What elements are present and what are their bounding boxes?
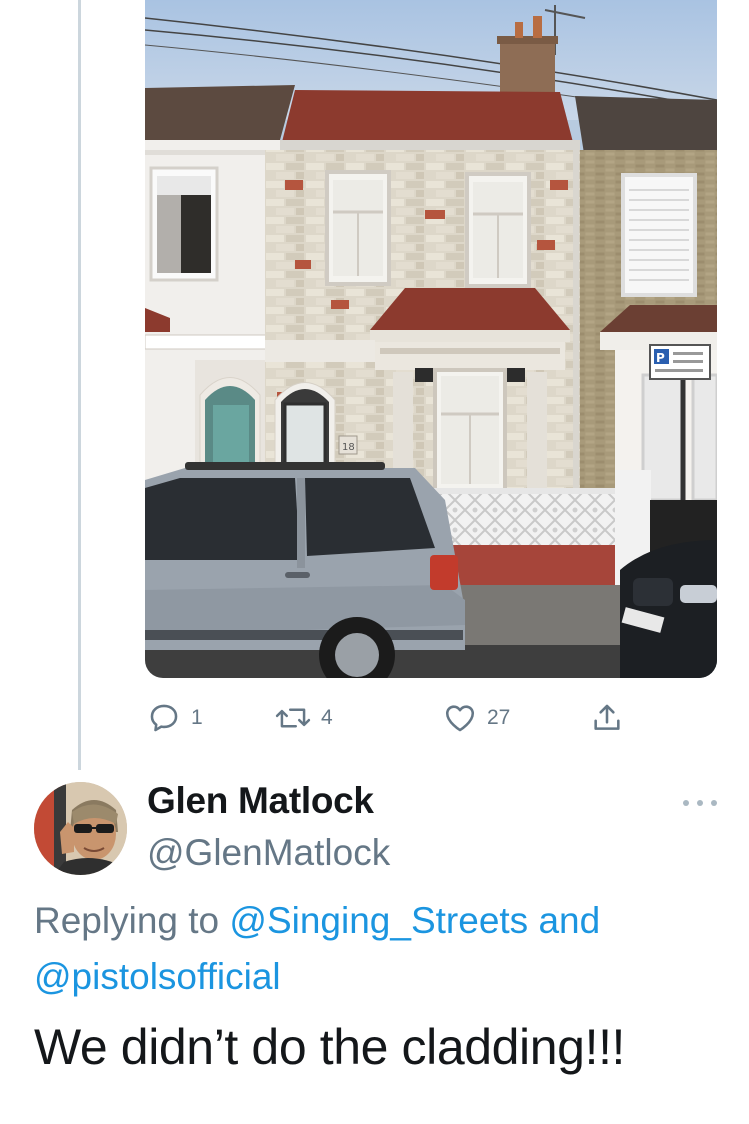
reply-count: 1 — [191, 706, 203, 729]
reply-button[interactable]: 1 — [147, 700, 203, 736]
avatar[interactable] — [34, 782, 127, 875]
more-icon — [711, 800, 717, 806]
author-handle[interactable]: @GlenMatlock — [147, 832, 390, 874]
tweet-media-photo[interactable]: 18 P — [145, 0, 717, 678]
like-count: 27 — [487, 706, 511, 729]
retweet-icon — [275, 708, 311, 728]
reply-icon — [150, 704, 178, 732]
mention-link[interactable]: @Singing_Streets — [229, 900, 528, 941]
house-number: 18 — [342, 442, 355, 453]
thread-connector-line — [78, 0, 81, 770]
replying-to-line: Replying to @Singing_Streets and @pistol… — [34, 893, 724, 1005]
mention-conjunction[interactable]: and — [538, 900, 600, 941]
replying-prefix: Replying to — [34, 900, 220, 941]
avatar-photo — [34, 782, 127, 875]
retweet-count: 4 — [321, 706, 333, 729]
more-icon — [697, 800, 703, 806]
share-button[interactable] — [590, 700, 624, 736]
tweet-text: We didn’t do the cladding!!! — [34, 1019, 626, 1075]
more-options-button[interactable] — [683, 793, 717, 813]
author-name[interactable]: Glen Matlock — [147, 780, 374, 822]
parking-sign-letter: P — [656, 351, 665, 365]
share-icon — [594, 704, 620, 730]
tweet-action-bar: 1 4 27 — [145, 700, 645, 740]
more-icon — [683, 800, 689, 806]
like-button[interactable]: 27 — [443, 700, 510, 736]
mention-link[interactable]: @pistolsofficial — [34, 956, 281, 997]
like-icon — [445, 705, 475, 732]
retweet-button[interactable]: 4 — [275, 700, 333, 736]
